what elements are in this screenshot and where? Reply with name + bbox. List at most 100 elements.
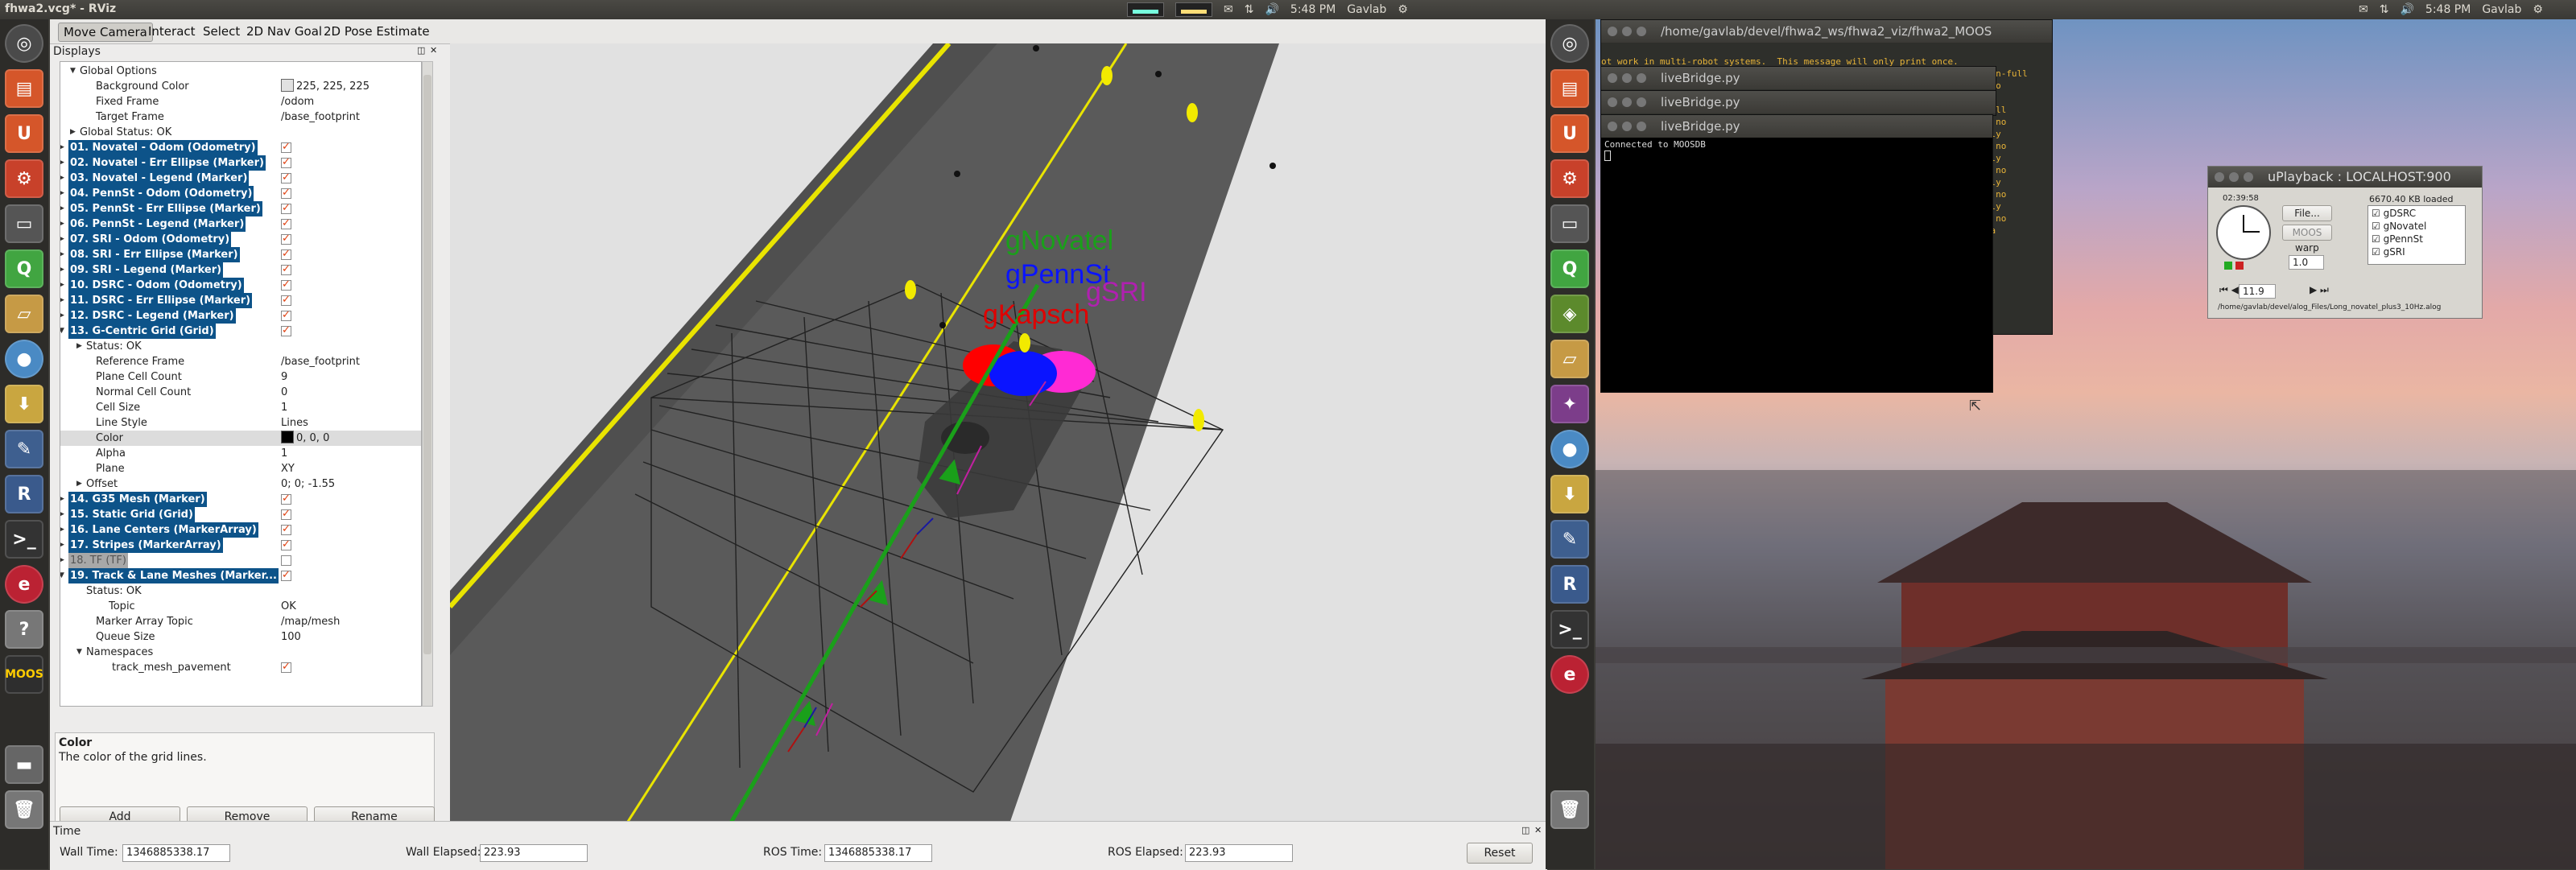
power-gear-icon[interactable]: ⚙ — [2533, 3, 2543, 16]
terminal-icon[interactable]: >_ — [5, 520, 43, 559]
panel-float-icon[interactable]: ◫ — [417, 45, 425, 56]
editor-icon[interactable]: ✎ — [5, 430, 43, 468]
qt-creator-icon[interactable]: Q — [5, 249, 43, 288]
files-icon[interactable]: ▤ — [1550, 69, 1589, 108]
power-gear-icon[interactable]: ⚙ — [1397, 3, 1408, 16]
livebridge-window-1[interactable]: liveBridge.py — [1600, 66, 1996, 92]
expand-arrow-icon[interactable]: ▶ — [60, 171, 64, 186]
display-enable-checkbox[interactable] — [281, 139, 291, 155]
rewind-icon[interactable]: ⏮ ◀ — [2219, 284, 2239, 296]
expand-arrow-icon[interactable]: ▶ — [60, 232, 64, 247]
collapse-arrow-icon[interactable]: ▼ — [76, 645, 82, 660]
mail-icon[interactable]: ✉ — [1224, 3, 1233, 16]
ros-elapsed-field[interactable]: 223.93 — [1185, 844, 1293, 862]
play-indicator[interactable] — [2224, 262, 2232, 270]
channel-checkbox[interactable]: ☑ gDSRC — [2372, 208, 2416, 219]
terminal-app-icon[interactable]: ▭ — [5, 204, 43, 243]
display-enable-checkbox[interactable] — [281, 185, 291, 200]
rviz-icon[interactable]: R — [1550, 565, 1589, 604]
display-enable-checkbox[interactable] — [281, 555, 291, 566]
display-enable-checkbox[interactable] — [281, 522, 291, 537]
expand-arrow-icon[interactable]: ▶ — [76, 476, 82, 492]
tree-row[interactable]: track_mesh_pavement — [60, 659, 421, 675]
expand-arrow-icon[interactable]: ▶ — [60, 186, 64, 201]
moos-button[interactable]: MOOS — [2282, 225, 2332, 241]
media-icon[interactable]: ✦ — [1550, 385, 1589, 423]
expand-arrow-icon[interactable]: ▶ — [60, 201, 64, 216]
color-swatch-icon[interactable] — [281, 79, 294, 92]
mail-icon[interactable]: ✉ — [2359, 3, 2368, 16]
display-enable-checkbox[interactable] — [281, 200, 291, 216]
network-icon[interactable]: ⇅ — [2380, 3, 2389, 16]
display-enable-checkbox[interactable] — [281, 567, 291, 583]
download-icon[interactable]: ⬇ — [1550, 475, 1589, 513]
collapse-arrow-icon[interactable]: ▼ — [70, 64, 76, 79]
tree-row[interactable]: ▶ 03. Novatel - Legend (Marker) — [60, 170, 421, 186]
folder-icon[interactable]: ▱ — [1550, 340, 1589, 378]
tree-row[interactable]: Plane XY — [60, 461, 421, 476]
display-enable-checkbox[interactable] — [281, 277, 291, 292]
tree-row[interactable]: Fixed Frame/odom — [60, 94, 421, 109]
tree-row-value[interactable]: OK — [281, 599, 296, 614]
3d-scene[interactable]: gNovatel gPennSt gSRI gKapsch — [450, 43, 1546, 835]
display-enable-checkbox[interactable] — [281, 659, 291, 674]
file-button[interactable]: File... — [2282, 205, 2332, 221]
stop-indicator[interactable] — [2235, 262, 2244, 270]
tree-row[interactable]: ▶ 11. DSRC - Err Ellipse (Marker) — [60, 292, 421, 308]
display-enable-checkbox[interactable] — [281, 231, 291, 246]
settings-icon[interactable]: ⚙ — [1550, 159, 1589, 198]
display-enable-checkbox[interactable] — [281, 155, 291, 170]
time-field[interactable]: 11.9 — [2239, 284, 2276, 299]
collapse-arrow-icon[interactable]: ▼ — [60, 568, 64, 583]
displays-scrollbar[interactable] — [422, 61, 433, 707]
clock-label[interactable]: 5:48 PM — [2425, 3, 2471, 16]
display-enable-checkbox[interactable] — [281, 537, 291, 552]
color-swatch-icon[interactable] — [281, 431, 294, 443]
expand-arrow-icon[interactable]: ▶ — [60, 507, 64, 522]
emacs-icon[interactable]: e — [1550, 655, 1589, 694]
tree-row[interactable]: ▶ Offset 0; 0; -1.55 — [60, 476, 421, 492]
tree-row[interactable]: ▶ 14. G35 Mesh (Marker) — [60, 491, 421, 507]
window-controls[interactable] — [1608, 27, 1646, 36]
tree-row-value[interactable]: XY — [281, 461, 295, 476]
time-panel-float-icon[interactable]: ◫ — [1521, 825, 1530, 835]
tree-row[interactable]: ▼ Global Options — [60, 64, 421, 79]
3d-viewport[interactable]: gNovatel gPennSt gSRI gKapsch — [450, 43, 1546, 835]
display-enable-checkbox[interactable] — [281, 491, 291, 506]
user-menu-label[interactable]: Gavlab — [2482, 3, 2521, 16]
channel-checkbox[interactable]: ☑ gSRI — [2372, 246, 2405, 258]
moos-icon[interactable]: MOOS — [5, 655, 43, 694]
tree-row-value[interactable]: 0 — [281, 385, 287, 400]
tree-row[interactable]: ▼ Namespaces — [60, 645, 421, 660]
channel-checklist[interactable]: ☑ gDSRC ☑ gNovatel ☑ gPennSt ☑ gSRI — [2368, 205, 2466, 265]
expand-arrow-icon[interactable]: ▶ — [60, 492, 64, 507]
tool-2d-nav-goal[interactable]: 2D Nav Goal — [242, 23, 327, 40]
files-icon[interactable]: ▤ — [5, 69, 43, 108]
rviz-icon[interactable]: R — [5, 475, 43, 513]
display-enable-checkbox[interactable] — [281, 216, 291, 231]
panel-close-icon[interactable]: ✕ — [430, 45, 437, 56]
expand-arrow-icon[interactable]: ▶ — [60, 522, 64, 538]
tree-row-value[interactable]: 0; 0; -1.55 — [281, 476, 335, 492]
trash-icon[interactable]: 🗑 — [1550, 790, 1589, 829]
tree-row[interactable]: Background Color 225, 225, 225 — [60, 79, 421, 94]
tree-row-value[interactable]: /odom — [281, 94, 314, 109]
chromium-icon[interactable]: ● — [1550, 430, 1589, 468]
tree-row[interactable]: ▼ 19. Track & Lane Meshes (Marker... — [60, 567, 421, 583]
tree-row-value[interactable]: 0, 0, 0 — [281, 431, 329, 446]
expand-arrow-icon[interactable]: ▶ — [76, 339, 82, 354]
tree-row[interactable]: Line Style Lines — [60, 415, 421, 431]
tree-row[interactable]: Status: OK — [60, 583, 421, 599]
tool-interact[interactable]: Interact — [143, 23, 200, 40]
window-controls[interactable] — [1608, 73, 1646, 83]
terminal-app-icon[interactable]: ▭ — [1550, 204, 1589, 243]
display-enable-checkbox[interactable] — [281, 506, 291, 522]
tree-row[interactable]: ▶ 10. DSRC - Odom (Odometry) — [60, 277, 421, 293]
tree-row[interactable]: ▶ 17. Stripes (MarkerArray) — [60, 537, 421, 553]
livebridge-window-3[interactable]: liveBridge.py Connected to MOOSDB — [1600, 114, 1993, 393]
tree-row[interactable]: ▶06. PennSt - Legend (Marker) — [60, 216, 421, 232]
display-enable-checkbox[interactable] — [281, 292, 291, 307]
tree-row[interactable]: ▶ 08. SRI - Err Ellipse (Marker) — [60, 246, 421, 262]
expand-arrow-icon[interactable]: ▶ — [60, 247, 64, 262]
expand-arrow-icon[interactable]: ▶ — [60, 538, 64, 553]
